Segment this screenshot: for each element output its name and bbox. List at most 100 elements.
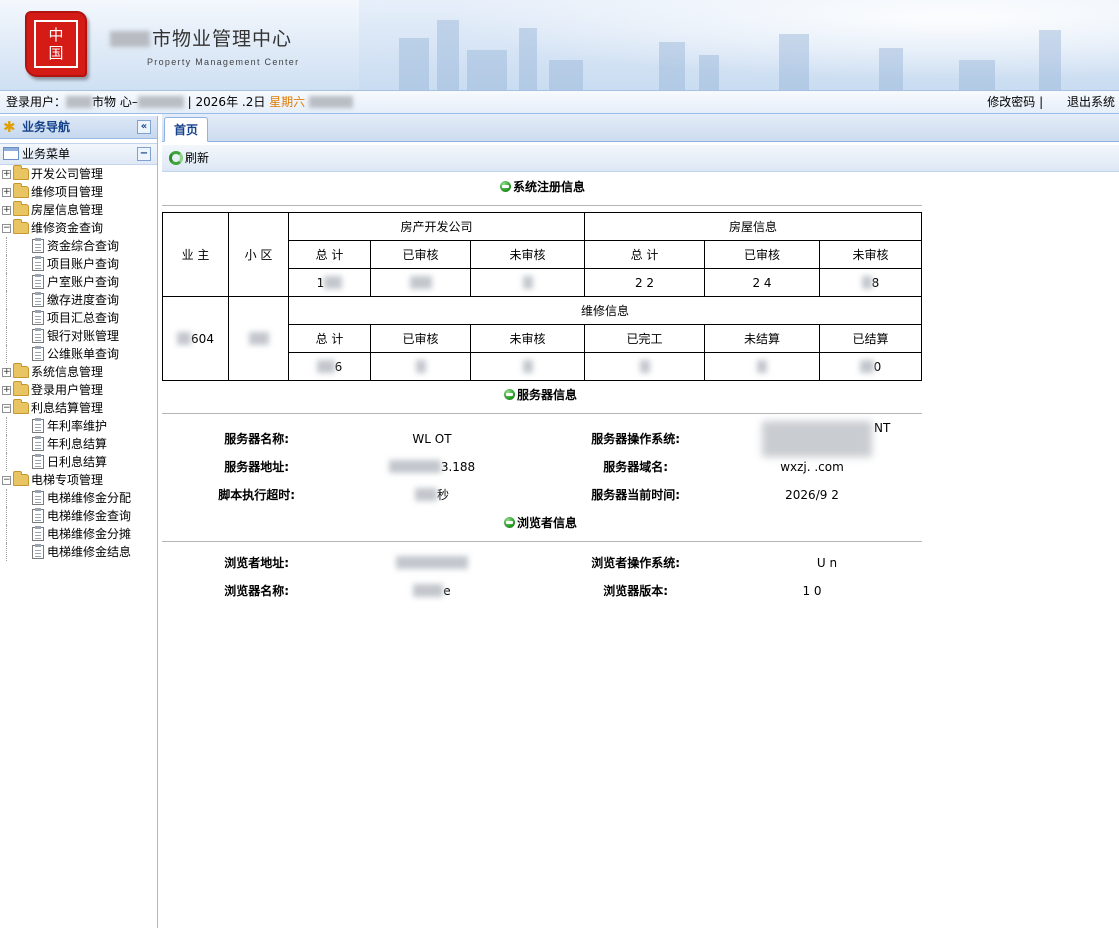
server-section-title: 服务器信息 (504, 386, 577, 403)
status-bar: 登录用户： 市物 心– | 2026年 .2日 星期六 修改密码 | 退出系统 (0, 90, 1119, 114)
clipboard-icon (32, 544, 44, 559)
nav-group-label: 系统信息管理 (31, 365, 104, 379)
clipboard-icon (32, 526, 44, 541)
expand-toggle-icon[interactable]: + (2, 206, 11, 215)
nav-item-label: 缴存进度查询 (47, 293, 120, 307)
tree-guide-line (6, 525, 7, 543)
tree-guide-line (6, 543, 7, 561)
script-timeout-value: 秒 (342, 481, 522, 509)
house-group-header: 房屋信息 (584, 212, 922, 241)
nav-item-7[interactable]: 缴存进度查询 (0, 291, 157, 309)
dev-total-header: 总 计 (288, 240, 371, 269)
browser-version-label: 浏览器版本: (603, 584, 668, 598)
nav-item-9[interactable]: 银行对账管理 (0, 327, 157, 345)
nav-item-16[interactable]: 日利息结算 (0, 453, 157, 471)
browser-address-label: 浏览者地址: (224, 556, 289, 570)
community-header: 小 区 (228, 212, 289, 297)
nav-panel-header: ✱ 业务导航 « (0, 116, 157, 139)
left-nav-panel: ✱ 业务导航 « 业务菜单 − + 开发公司管理 + 维修项目管理 + 房屋信息管理 − 维修… (0, 116, 158, 928)
collapse-toggle-icon[interactable]: − (2, 476, 11, 485)
home-content: 系统注册信息 业 主 小 区 房产开发公司 房屋信息 总 计 已审核 未审核 总… (162, 173, 1119, 928)
divider (162, 205, 922, 206)
script-timeout-label: 脚本执行超时: (218, 488, 295, 502)
nav-group-label: 利息结算管理 (31, 401, 104, 415)
nav-panel-title: 业务导航 (22, 120, 71, 134)
server-time-label: 服务器当前时间: (591, 488, 680, 502)
nav-group-label: 房屋信息管理 (31, 203, 104, 217)
server-name-label: 服务器名称: (224, 432, 289, 446)
nav-item-label: 资金综合查询 (47, 239, 120, 253)
collapse-panel-button[interactable]: « (137, 120, 151, 134)
repair-settled-value: 0 (819, 352, 922, 381)
nav-group-label: 维修项目管理 (31, 185, 104, 199)
login-user-label: 登录用户： (6, 95, 67, 109)
expand-toggle-icon[interactable]: + (2, 188, 11, 197)
folder-icon (13, 165, 29, 180)
nav-item-18[interactable]: 电梯维修金分配 (0, 489, 157, 507)
nav-item-20[interactable]: 电梯维修金分摊 (0, 525, 157, 543)
tree-guide-line (6, 489, 7, 507)
nav-item-10[interactable]: 公维账单查询 (0, 345, 157, 363)
change-password-link[interactable]: 修改密码 (987, 95, 1035, 109)
server-os-label: 服务器操作系统: (591, 432, 680, 446)
dev-audited-header: 已审核 (370, 240, 471, 269)
tree-guide-line (6, 453, 7, 471)
repair-unsettled-value (704, 352, 820, 381)
section-bullet-icon (504, 517, 515, 528)
refresh-button[interactable]: 刷新 (167, 145, 209, 171)
tree-guide-line (6, 291, 7, 309)
nav-group-11[interactable]: + 系统信息管理 (0, 363, 157, 381)
collapse-toggle-icon[interactable]: − (2, 224, 11, 233)
clipboard-icon (32, 238, 44, 253)
nav-item-14[interactable]: 年利率维护 (0, 417, 157, 435)
nav-item-5[interactable]: 项目账户查询 (0, 255, 157, 273)
refresh-icon (169, 151, 183, 165)
tree-guide-line (6, 255, 7, 273)
repair-group-header: 维修信息 (288, 296, 922, 325)
nav-group-13[interactable]: − 利息结算管理 (0, 399, 157, 417)
server-address-value: 3.188 (342, 453, 522, 481)
nav-item-4[interactable]: 资金综合查询 (0, 237, 157, 255)
nav-group-12[interactable]: + 登录用户管理 (0, 381, 157, 399)
nav-item-label: 年利息结算 (47, 437, 108, 451)
menu-section-toggle[interactable]: − (137, 147, 151, 161)
nav-item-6[interactable]: 户室账户查询 (0, 273, 157, 291)
nav-item-label: 公维账单查询 (47, 347, 120, 361)
repair-total-header: 总 计 (288, 324, 371, 353)
nav-item-label: 年利率维护 (47, 419, 108, 433)
nav-group-17[interactable]: − 电梯专项管理 (0, 471, 157, 489)
nav-item-8[interactable]: 项目汇总查询 (0, 309, 157, 327)
expand-toggle-icon[interactable]: + (2, 368, 11, 377)
nav-group-3[interactable]: − 维修资金查询 (0, 219, 157, 237)
house-audited-header: 已审核 (704, 240, 820, 269)
tree-guide-line (6, 327, 7, 345)
browser-section-title: 浏览者信息 (504, 514, 577, 531)
nav-item-21[interactable]: 电梯维修金结息 (0, 543, 157, 561)
nav-group-0[interactable]: + 开发公司管理 (0, 165, 157, 183)
nav-item-15[interactable]: 年利息结算 (0, 435, 157, 453)
house-unaudited-header: 未审核 (819, 240, 922, 269)
clipboard-icon (32, 508, 44, 523)
folder-icon (13, 363, 29, 378)
nav-item-19[interactable]: 电梯维修金查询 (0, 507, 157, 525)
login-user-name: 市物 心– (92, 95, 138, 109)
repair-total-value: 6 (288, 352, 371, 381)
house-total-header: 总 计 (584, 240, 705, 269)
logout-link[interactable]: 退出系统 (1067, 95, 1115, 109)
clipboard-icon (32, 292, 44, 307)
expand-toggle-icon[interactable]: + (2, 170, 11, 179)
repair-completed-value (584, 352, 705, 381)
tree-guide-line (6, 507, 7, 525)
tab-home[interactable]: 首页 (164, 117, 208, 142)
nav-group-2[interactable]: + 房屋信息管理 (0, 201, 157, 219)
collapse-toggle-icon[interactable]: − (2, 404, 11, 413)
repair-unaudited-value (470, 352, 585, 381)
section-bullet-icon (504, 389, 515, 400)
menu-section-header[interactable]: 业务菜单 − (0, 143, 157, 165)
expand-toggle-icon[interactable]: + (2, 386, 11, 395)
divider (162, 413, 922, 414)
browser-name-value: e (342, 577, 522, 605)
tree-guide-line (6, 345, 7, 363)
repair-unsettled-header: 未结算 (704, 324, 820, 353)
nav-group-1[interactable]: + 维修项目管理 (0, 183, 157, 201)
